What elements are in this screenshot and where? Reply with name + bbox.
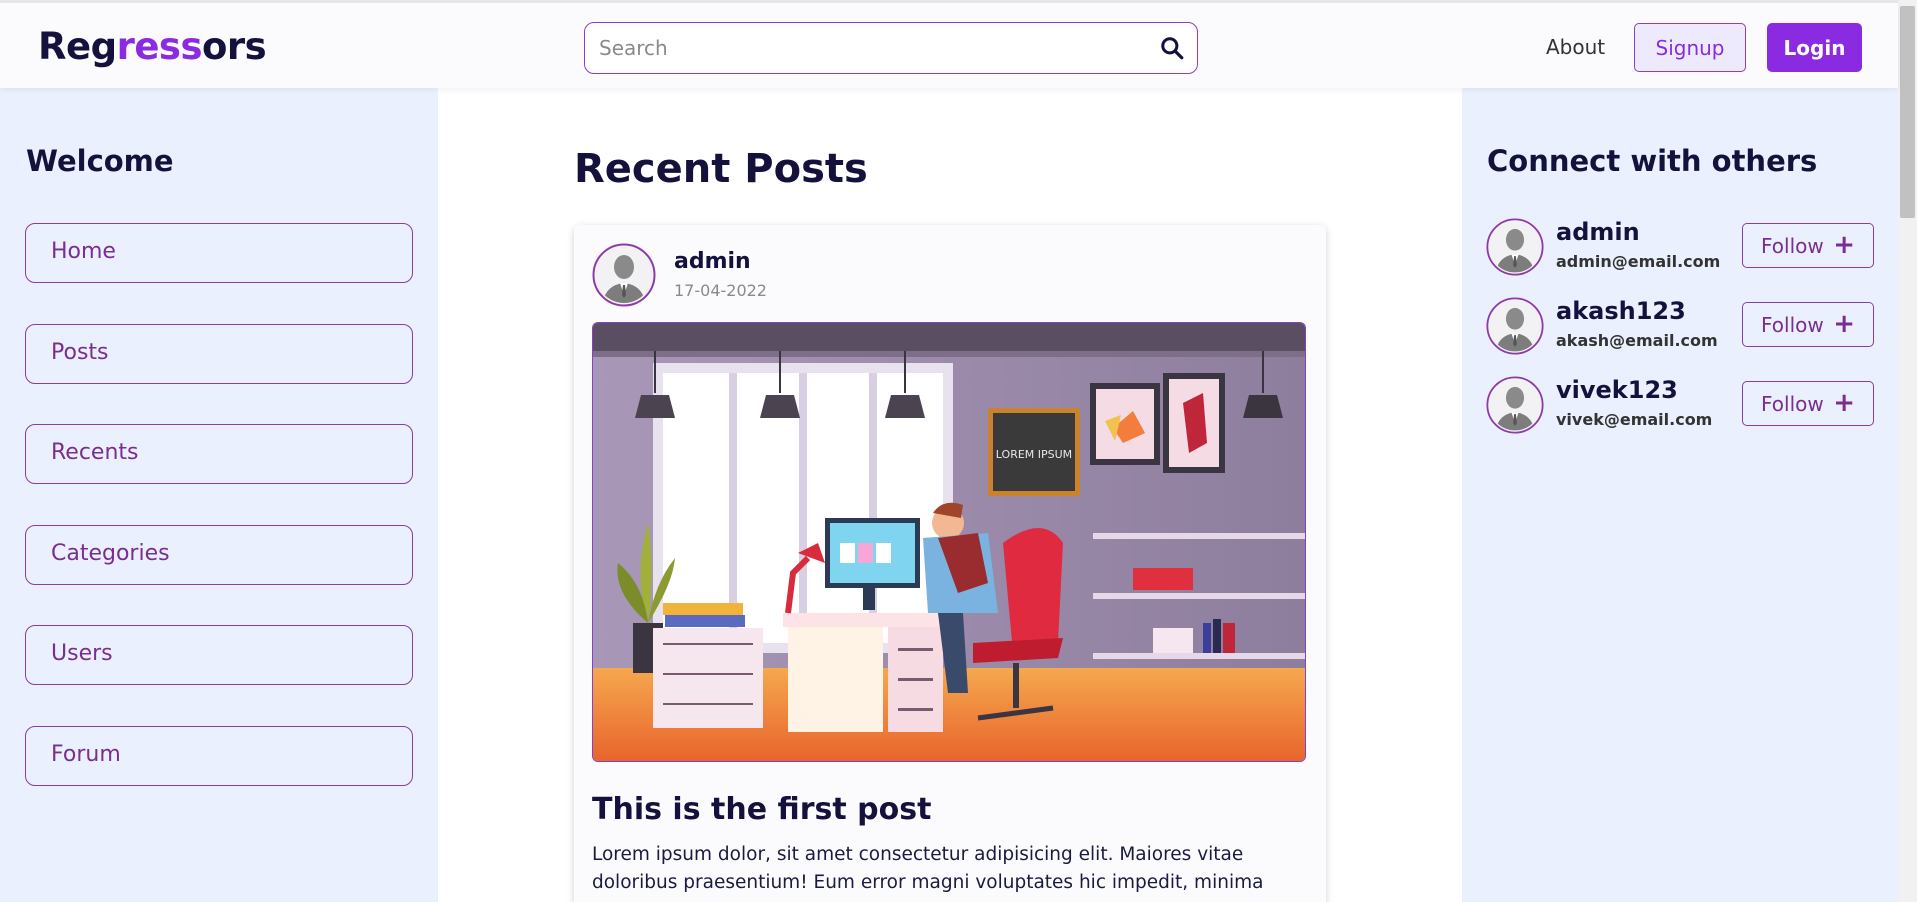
follow-button[interactable]: Follow + bbox=[1742, 302, 1874, 347]
post-excerpt: Lorem ipsum dolor, sit amet consectetur … bbox=[592, 844, 1264, 893]
post-image[interactable]: LOREM IPSUM bbox=[592, 322, 1306, 762]
sidebar-title: Welcome bbox=[26, 144, 174, 178]
user-suggestion: akash123 akash@email.com Follow + bbox=[1486, 297, 1886, 357]
follow-button[interactable]: Follow + bbox=[1742, 381, 1874, 426]
page-scrollbar[interactable] bbox=[1898, 0, 1917, 902]
sidebar-item-label: Categories bbox=[51, 541, 170, 566]
top-navbar: Regressors About Signup Login bbox=[0, 0, 1898, 88]
office-illustration: LOREM IPSUM bbox=[593, 323, 1305, 761]
user-name[interactable]: akash123 bbox=[1556, 297, 1686, 325]
plus-icon: + bbox=[1833, 309, 1855, 339]
chalkboard-text: LOREM IPSUM bbox=[996, 448, 1072, 461]
right-sidebar: Connect with others admin admin@email.co… bbox=[1462, 88, 1898, 902]
user-suggestion: admin admin@email.com Follow + bbox=[1486, 218, 1886, 278]
post-card[interactable]: admin 17-04-2022 LOREM IPSUM This is the… bbox=[574, 225, 1326, 902]
login-button[interactable]: Login bbox=[1767, 23, 1862, 72]
plus-icon: + bbox=[1833, 230, 1855, 260]
author-avatar[interactable] bbox=[592, 243, 656, 307]
user-email: akash@email.com bbox=[1556, 331, 1718, 350]
user-name[interactable]: admin bbox=[1556, 218, 1640, 246]
sidebar-item-label: Forum bbox=[51, 742, 121, 767]
sidebar-item-label: Recents bbox=[51, 440, 139, 465]
sidebar-item-posts[interactable]: Posts bbox=[25, 324, 413, 384]
follow-label: Follow bbox=[1761, 391, 1824, 416]
page-title: Recent Posts bbox=[574, 146, 868, 192]
user-avatar[interactable] bbox=[1486, 218, 1544, 276]
sidebar-item-label: Posts bbox=[51, 340, 109, 365]
follow-label: Follow bbox=[1761, 233, 1824, 258]
post-author[interactable]: admin bbox=[674, 249, 751, 274]
post-title[interactable]: This is the first post bbox=[592, 792, 931, 827]
follow-label: Follow bbox=[1761, 312, 1824, 337]
sidebar-item-label: Users bbox=[51, 641, 113, 666]
user-name[interactable]: vivek123 bbox=[1556, 376, 1678, 404]
scrollbar-thumb[interactable] bbox=[1900, 6, 1915, 218]
sidebar-item-forum[interactable]: Forum bbox=[25, 726, 413, 786]
search-input[interactable] bbox=[599, 33, 1139, 63]
logo-part-2: ress bbox=[116, 25, 203, 68]
left-sidebar: Welcome Home Posts Recents Categories Us… bbox=[0, 88, 438, 902]
user-email: vivek@email.com bbox=[1556, 410, 1713, 429]
sidebar-item-label: Home bbox=[51, 239, 116, 264]
sidebar-item-recents[interactable]: Recents bbox=[25, 424, 413, 484]
user-avatar[interactable] bbox=[1486, 376, 1544, 434]
plus-icon: + bbox=[1833, 388, 1855, 418]
sidebar-item-home[interactable]: Home bbox=[25, 223, 413, 283]
search-icon[interactable] bbox=[1159, 35, 1185, 61]
logo-part-1: Reg bbox=[38, 25, 117, 68]
signup-button[interactable]: Signup bbox=[1634, 23, 1746, 72]
about-link[interactable]: About bbox=[1546, 35, 1605, 59]
search-bar bbox=[584, 22, 1198, 74]
sidebar-item-users[interactable]: Users bbox=[25, 625, 413, 685]
connect-title: Connect with others bbox=[1487, 144, 1818, 178]
logo-part-3: ors bbox=[201, 25, 267, 68]
user-email: admin@email.com bbox=[1556, 252, 1721, 271]
user-suggestion: vivek123 vivek@email.com Follow + bbox=[1486, 376, 1886, 436]
sidebar-item-categories[interactable]: Categories bbox=[25, 525, 413, 585]
user-avatar[interactable] bbox=[1486, 297, 1544, 355]
main-content: Recent Posts admin 17-04-2022 LOREM IPSU… bbox=[438, 88, 1462, 902]
follow-button[interactable]: Follow + bbox=[1742, 223, 1874, 268]
post-date: 17-04-2022 bbox=[674, 281, 767, 300]
site-logo[interactable]: Regressors bbox=[38, 25, 267, 68]
